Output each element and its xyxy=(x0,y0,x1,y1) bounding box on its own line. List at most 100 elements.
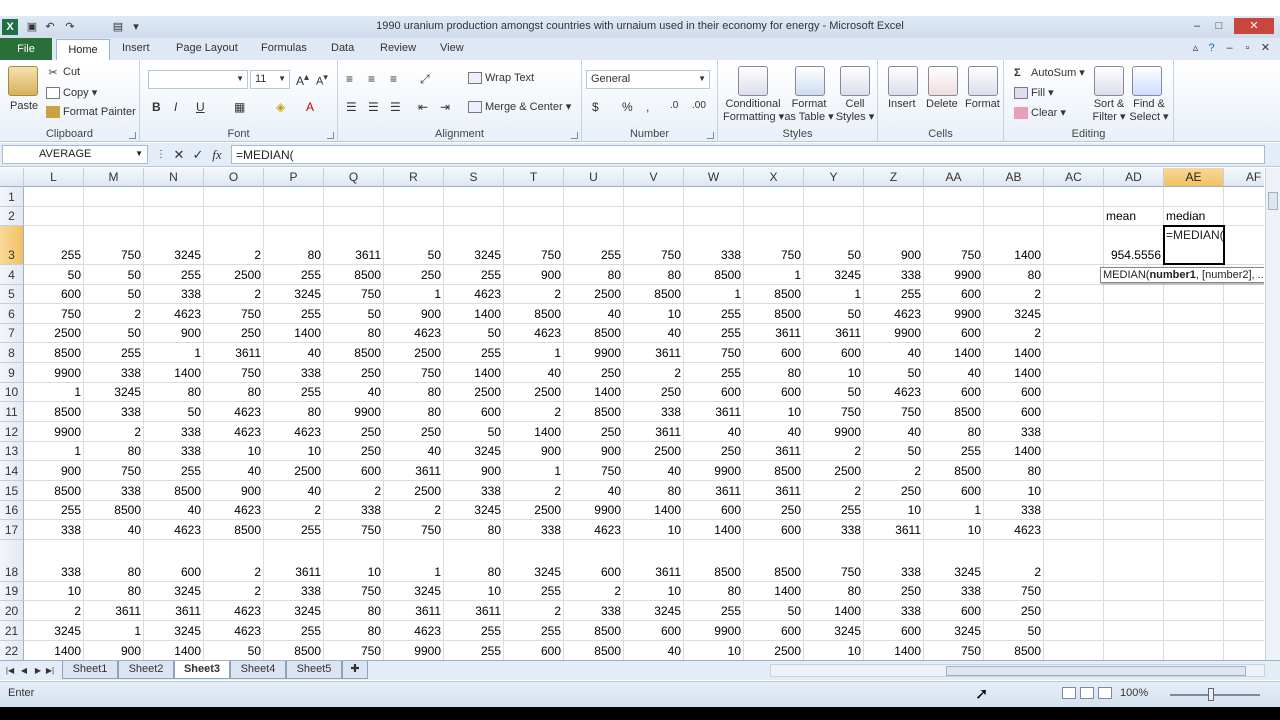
cell[interactable]: 50 xyxy=(84,265,144,285)
row-header[interactable]: 13 xyxy=(0,442,24,461)
row-header[interactable]: 20 xyxy=(0,601,24,621)
column-header[interactable]: AD xyxy=(1104,168,1164,187)
clear-button[interactable]: Clear ▾ xyxy=(1014,106,1066,120)
cell[interactable]: 2500 xyxy=(24,324,84,343)
cell[interactable]: 9900 xyxy=(24,422,84,442)
row-header[interactable]: 18 xyxy=(0,540,24,582)
insert-button[interactable]: Insert xyxy=(888,98,916,110)
cell[interactable] xyxy=(1044,304,1104,324)
cell[interactable]: 80 xyxy=(564,265,624,285)
cell[interactable]: 750 xyxy=(324,641,384,660)
cell[interactable]: 750 xyxy=(504,226,564,265)
cell[interactable]: 40 xyxy=(384,442,444,461)
cell[interactable] xyxy=(1164,304,1224,324)
cell[interactable] xyxy=(1224,207,1264,226)
cell[interactable]: 10 xyxy=(24,582,84,601)
cell[interactable] xyxy=(1104,422,1164,442)
cell[interactable]: 750 xyxy=(324,582,384,601)
cell[interactable]: 3245 xyxy=(504,540,564,582)
cell[interactable]: 2 xyxy=(504,601,564,621)
cell[interactable]: 4623 xyxy=(144,520,204,540)
cell[interactable] xyxy=(384,187,444,207)
row-header[interactable]: 15 xyxy=(0,481,24,501)
cell[interactable]: 8500 xyxy=(924,461,984,481)
cell[interactable]: 255 xyxy=(804,501,864,520)
cell[interactable]: 250 xyxy=(384,422,444,442)
cell[interactable]: 50 xyxy=(804,383,864,402)
font-color-icon[interactable]: A xyxy=(306,100,314,114)
format-button[interactable]: Format xyxy=(965,98,1000,110)
cell[interactable]: 80 xyxy=(144,383,204,402)
cell[interactable]: 600 xyxy=(924,601,984,621)
cell[interactable]: 2500 xyxy=(384,343,444,363)
next-sheet-icon[interactable]: ▶ xyxy=(32,664,44,677)
cell[interactable]: 255 xyxy=(924,442,984,461)
cell[interactable]: 750 xyxy=(624,226,684,265)
increase-decimal-icon[interactable]: .0 xyxy=(670,100,678,111)
cell[interactable] xyxy=(1164,363,1224,383)
cell[interactable]: 255 xyxy=(564,226,624,265)
cell[interactable]: 338 xyxy=(264,363,324,383)
cell[interactable]: 3245 xyxy=(984,304,1044,324)
cell[interactable] xyxy=(804,187,864,207)
cell[interactable]: 250 xyxy=(684,442,744,461)
merge-center-button[interactable]: Merge & Center ▾ xyxy=(468,100,571,114)
cell[interactable]: 9900 xyxy=(804,422,864,442)
cell[interactable]: 255 xyxy=(264,621,324,641)
cell[interactable]: 8500 xyxy=(744,540,804,582)
cell[interactable]: 80 xyxy=(744,363,804,383)
cell[interactable] xyxy=(1224,641,1264,660)
cell[interactable]: 1400 xyxy=(984,442,1044,461)
cell[interactable]: 3611 xyxy=(744,324,804,343)
cell[interactable]: 900 xyxy=(24,461,84,481)
cell[interactable] xyxy=(444,187,504,207)
cell[interactable]: 40 xyxy=(264,481,324,501)
cell[interactable] xyxy=(1044,520,1104,540)
cell[interactable]: 2 xyxy=(204,285,264,304)
cell[interactable]: 750 xyxy=(804,540,864,582)
cell[interactable]: 250 xyxy=(864,481,924,501)
cell[interactable]: 1 xyxy=(24,383,84,402)
cell[interactable]: 338 xyxy=(864,265,924,285)
decrease-decimal-icon[interactable]: .00 xyxy=(692,100,706,111)
column-header[interactable]: AB xyxy=(984,168,1044,187)
cell[interactable]: 2 xyxy=(204,582,264,601)
delete-cells-icon[interactable] xyxy=(928,66,958,96)
cell[interactable]: 750 xyxy=(924,641,984,660)
cell[interactable]: 255 xyxy=(264,265,324,285)
cell[interactable]: 4623 xyxy=(264,422,324,442)
cell[interactable]: 600 xyxy=(924,383,984,402)
cell[interactable] xyxy=(324,187,384,207)
cell[interactable]: 50 xyxy=(24,265,84,285)
cell[interactable]: 9900 xyxy=(684,461,744,481)
column-header[interactable]: M xyxy=(84,168,144,187)
cell[interactable] xyxy=(1104,601,1164,621)
cell[interactable]: 2500 xyxy=(804,461,864,481)
cell[interactable] xyxy=(204,187,264,207)
workbook-minimize-icon[interactable]: – xyxy=(1222,41,1237,56)
paste-icon[interactable] xyxy=(8,66,38,96)
cell[interactable]: 8500 xyxy=(624,285,684,304)
cell[interactable]: 600 xyxy=(744,383,804,402)
cell[interactable]: 338 xyxy=(684,226,744,265)
format-as-table-icon[interactable] xyxy=(795,66,825,96)
clipboard-launcher-icon[interactable] xyxy=(129,132,136,139)
cell[interactable]: 338 xyxy=(864,540,924,582)
cell[interactable]: 4623 xyxy=(864,383,924,402)
cell[interactable]: 2 xyxy=(84,304,144,324)
cell[interactable]: 50 xyxy=(444,324,504,343)
mean-value-cell[interactable]: 954.5556 xyxy=(1104,226,1164,265)
cell[interactable]: 600 xyxy=(984,402,1044,422)
column-header[interactable]: L xyxy=(24,168,84,187)
cell[interactable]: 2 xyxy=(564,582,624,601)
cell[interactable]: 1 xyxy=(684,285,744,304)
cell[interactable]: 600 xyxy=(984,383,1044,402)
cell[interactable] xyxy=(1044,601,1104,621)
cell[interactable] xyxy=(744,187,804,207)
cell[interactable] xyxy=(1164,383,1224,402)
cell[interactable]: 1400 xyxy=(804,601,864,621)
cell[interactable]: 250 xyxy=(384,265,444,285)
cell[interactable]: 1400 xyxy=(984,226,1044,265)
cell[interactable] xyxy=(1044,226,1104,265)
active-cell[interactable]: =MEDIAN( xyxy=(1163,225,1225,265)
